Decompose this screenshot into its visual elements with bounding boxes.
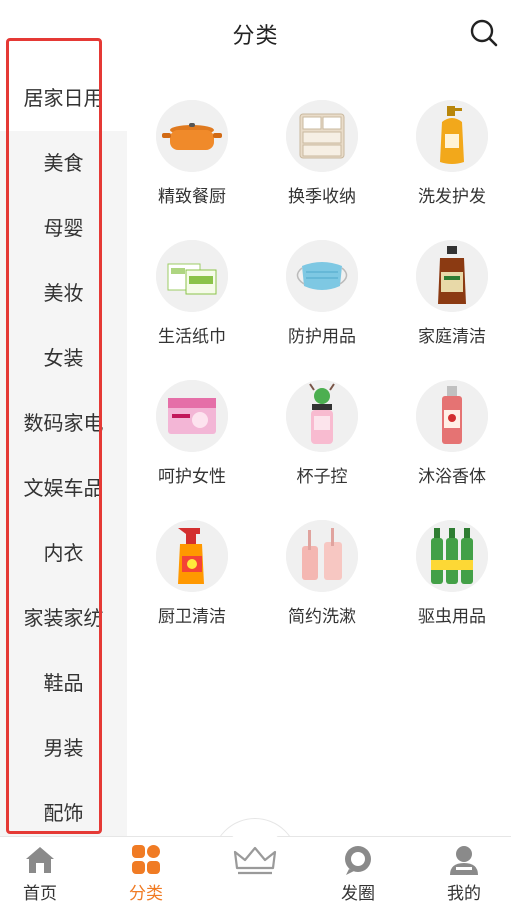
grid-item-label: 厨卫清洁 xyxy=(158,607,226,627)
sidebar-item-womens-wear[interactable]: 女装 xyxy=(0,326,127,391)
sidebar-item-entertainment-auto[interactable]: 文娱车品 xyxy=(0,456,127,521)
sanitary-pad-icon xyxy=(156,380,228,452)
sidebar-item-underwear[interactable]: 内衣 xyxy=(0,521,127,586)
sidebar-item-mens-wear[interactable]: 男装 xyxy=(0,716,127,781)
grid-item[interactable]: 防护用品 xyxy=(257,206,387,347)
tab-profile-label: 我的 xyxy=(447,884,481,904)
insect-repellent-icon xyxy=(416,520,488,592)
tab-feed[interactable]: 发圈 xyxy=(308,837,408,904)
page-title: 分类 xyxy=(232,24,279,49)
grid-item[interactable]: 沐浴香体 xyxy=(387,346,511,487)
grid-item-label: 家庭清洁 xyxy=(418,327,486,347)
search-icon[interactable] xyxy=(469,18,499,48)
grid-item[interactable]: 生活纸巾 xyxy=(127,206,257,347)
sidebar-item-home-textiles[interactable]: 家装家纺 xyxy=(0,586,127,651)
grid-item-label: 沐浴香体 xyxy=(418,467,486,487)
disinfectant-bottle-icon xyxy=(416,240,488,312)
user-icon xyxy=(447,845,481,875)
grid-item-label: 简约洗漱 xyxy=(288,607,356,627)
tab-feed-label: 发圈 xyxy=(341,884,375,904)
category-icon xyxy=(129,845,163,875)
grid-item[interactable]: 精致餐厨 xyxy=(127,66,257,207)
tab-category-label: 分类 xyxy=(129,884,163,904)
grid-item-label: 杯子控 xyxy=(296,467,348,487)
top-bar: 分类 xyxy=(0,0,511,66)
tab-category[interactable]: 分类 xyxy=(96,837,196,904)
face-mask-icon xyxy=(286,240,358,312)
sidebar-item-electronics[interactable]: 数码家电 xyxy=(0,391,127,456)
grid-item-label: 精致餐厨 xyxy=(158,187,226,207)
sidebar-item-shoes[interactable]: 鞋品 xyxy=(0,651,127,716)
sidebar-item-beauty[interactable]: 美妆 xyxy=(0,261,127,326)
tissue-pack-icon xyxy=(156,240,228,312)
home-icon xyxy=(23,845,57,875)
grid-item-label: 生活纸巾 xyxy=(158,327,226,347)
grid-item[interactable]: 呵护女性 xyxy=(127,346,257,487)
grid-item[interactable]: 换季收纳 xyxy=(257,66,387,207)
grid-item-label: 防护用品 xyxy=(288,327,356,347)
grid-item[interactable]: 厨卫清洁 xyxy=(127,486,257,627)
grid-item-label: 换季收纳 xyxy=(288,187,356,207)
category-screen: 分类 居家日用 美食 母婴 美妆 女装 数码家电 文娱车品 内衣 家装家纺 鞋品… xyxy=(0,0,511,904)
crown-icon xyxy=(233,846,277,875)
grid-item[interactable]: 杯子控 xyxy=(257,346,387,487)
water-bottle-icon xyxy=(286,380,358,452)
chat-bubble-icon xyxy=(341,845,375,875)
grid-item[interactable]: 家庭清洁 xyxy=(387,206,511,347)
crown-button[interactable] xyxy=(222,828,288,894)
tab-home-label: 首页 xyxy=(23,884,57,904)
sidebar-item-home-goods[interactable]: 居家日用 xyxy=(0,66,127,131)
grid-item-label: 驱虫用品 xyxy=(418,607,486,627)
sidebar-item-food[interactable]: 美食 xyxy=(0,131,127,196)
storage-drawer-icon xyxy=(286,100,358,172)
category-sidebar: 居家日用 美食 母婴 美妆 女装 数码家电 文娱车品 内衣 家装家纺 鞋品 男装… xyxy=(0,66,127,836)
tab-home[interactable]: 首页 xyxy=(0,837,90,904)
toothbrush-cup-icon xyxy=(286,520,358,592)
tab-profile[interactable]: 我的 xyxy=(414,837,511,904)
grid-item-label: 呵护女性 xyxy=(158,467,226,487)
subcategory-grid: 精致餐厨 换季收纳 洗发护发 生活纸巾 防护用品 家庭清洁 呵护女性 杯子控 沐… xyxy=(127,66,511,836)
grid-item[interactable]: 驱虫用品 xyxy=(387,486,511,627)
grid-item-label: 洗发护发 xyxy=(418,187,486,207)
sidebar-item-baby[interactable]: 母婴 xyxy=(0,196,127,261)
shampoo-bottle-icon xyxy=(416,100,488,172)
grid-item[interactable]: 简约洗漱 xyxy=(257,486,387,627)
spray-cleaner-icon xyxy=(156,520,228,592)
cookware-pot-icon xyxy=(156,100,228,172)
body-mist-icon xyxy=(416,380,488,452)
grid-item[interactable]: 洗发护发 xyxy=(387,66,511,207)
